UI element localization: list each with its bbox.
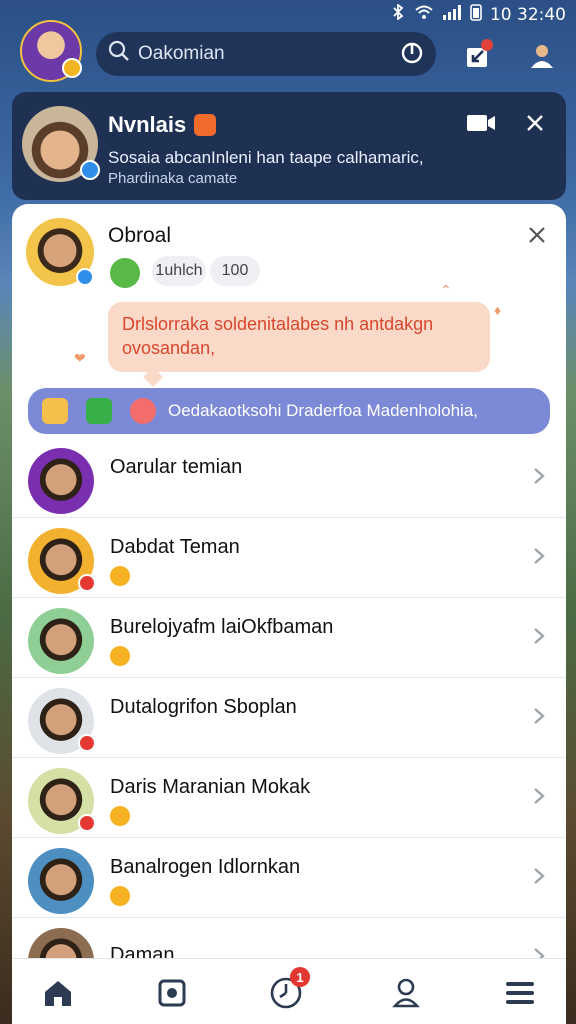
bottom-nav: 1 [12,958,566,1024]
verified-badge-icon [80,160,100,180]
nav-camera[interactable] [152,973,192,1013]
nav-menu[interactable] [500,973,540,1013]
chip-2[interactable]: 100 [210,256,260,286]
profile-button[interactable] [522,36,562,76]
contact-avatar [28,608,94,674]
emoji-icon [130,398,156,424]
chip-1[interactable]: 1uhlch [152,256,206,286]
close-icon[interactable] [524,112,546,139]
contact-avatar [28,528,96,594]
notification-card[interactable]: Nvnlais Sosaia abcanInleni han taape cal… [12,92,566,200]
contact-list: Oarular temian Dabdat Teman Burelojyafm la… [12,438,566,998]
caller-name-text: Nvnlais [108,112,187,137]
contact-name: Oarular temian [110,456,243,478]
contact-name: Burelojyafm laiOkfbaman [110,616,334,638]
close-icon[interactable] [526,224,548,251]
status-badge-icon [78,814,96,832]
chat-header: Obroal 1uhlch 100 [12,204,566,294]
menu-icon [506,982,534,1004]
contact-name: Daris Maranian Mokak [110,776,311,798]
action-pill-text: Oedakaotksohi Draderfoa Madenholohia, [168,401,478,420]
home-icon [45,981,71,1006]
coin-badge-icon [62,58,82,78]
nav-profile[interactable] [386,973,426,1013]
timer-badge: 1 [290,967,310,987]
person-icon [392,978,420,1008]
video-call-icon[interactable] [466,112,496,139]
chat-sheet: Obroal 1uhlch 100 ⌃ ♦ ❤ Drlslorraka sold… [12,204,566,1024]
search-bar[interactable]: Oakomian [96,32,436,76]
contact-name: Dabdat Teman [110,536,240,558]
sticker-icon [110,258,140,288]
voice-search-icon[interactable] [400,41,424,71]
notification-subtitle: Phardinaka camate [108,170,238,187]
caller-name: Nvnlais [108,112,217,138]
search-icon [108,40,130,68]
contact-name: Banalrogen Idlornkan [110,856,301,878]
contact-avatar [28,848,94,914]
verified-badge-icon [76,268,94,286]
chevron-right-icon [532,466,546,491]
status-badge-icon [78,734,96,752]
chat-title: Obroal [108,224,172,247]
emoji-icon [110,806,130,826]
list-item[interactable]: Daris Maranian Mokak [12,758,566,838]
action-pill[interactable]: Oedakaotksohi Draderfoa Madenholohia, [28,388,550,434]
smile-icon [42,398,68,424]
emoji-icon [110,886,130,906]
top-bar: Oakomian [0,18,576,86]
compose-button[interactable] [458,36,498,76]
status-badge-icon [78,574,96,592]
contact-avatar [28,768,96,834]
chevron-right-icon [532,546,546,571]
person-icon [531,45,553,68]
list-item[interactable]: Banalrogen Idlornkan [12,838,566,918]
list-item[interactable]: Dabdat Teman [12,518,566,598]
caller-avatar [22,106,100,182]
chevron-right-icon [532,786,546,811]
nav-timer[interactable]: 1 [266,967,310,1013]
list-item[interactable]: Oarular temian [12,438,566,518]
camera-icon [158,979,186,1007]
contact-avatar [28,448,94,514]
sparkle-icon: ⌃ [440,282,452,298]
sparkle-icon: ♦ [494,302,502,318]
emoji-icon [110,566,130,586]
heart-icon: ❤ [74,350,86,366]
list-item[interactable]: Burelojyafm laiOkfbaman [12,598,566,678]
notification-message: Sosaia abcanInleni han taape calhamaric, [108,148,424,167]
chevron-right-icon [532,866,546,891]
contact-avatar [28,688,96,754]
chat-avatar[interactable] [26,218,94,286]
emoji-icon [110,646,130,666]
nav-home[interactable] [38,973,78,1013]
notification-dot [481,39,493,51]
message-bubble[interactable]: Drlslorraka soldenitalabes nh antdakgn o… [108,302,490,372]
user-avatar[interactable] [20,20,82,82]
chevron-right-icon [532,706,546,731]
list-item[interactable]: Dutalogrifon Sboplan [12,678,566,758]
search-input[interactable]: Oakomian [138,43,225,65]
contact-name: Dutalogrifon Sboplan [110,696,297,718]
send-icon [86,398,112,424]
chevron-right-icon [532,626,546,651]
tag-icon [194,114,217,136]
